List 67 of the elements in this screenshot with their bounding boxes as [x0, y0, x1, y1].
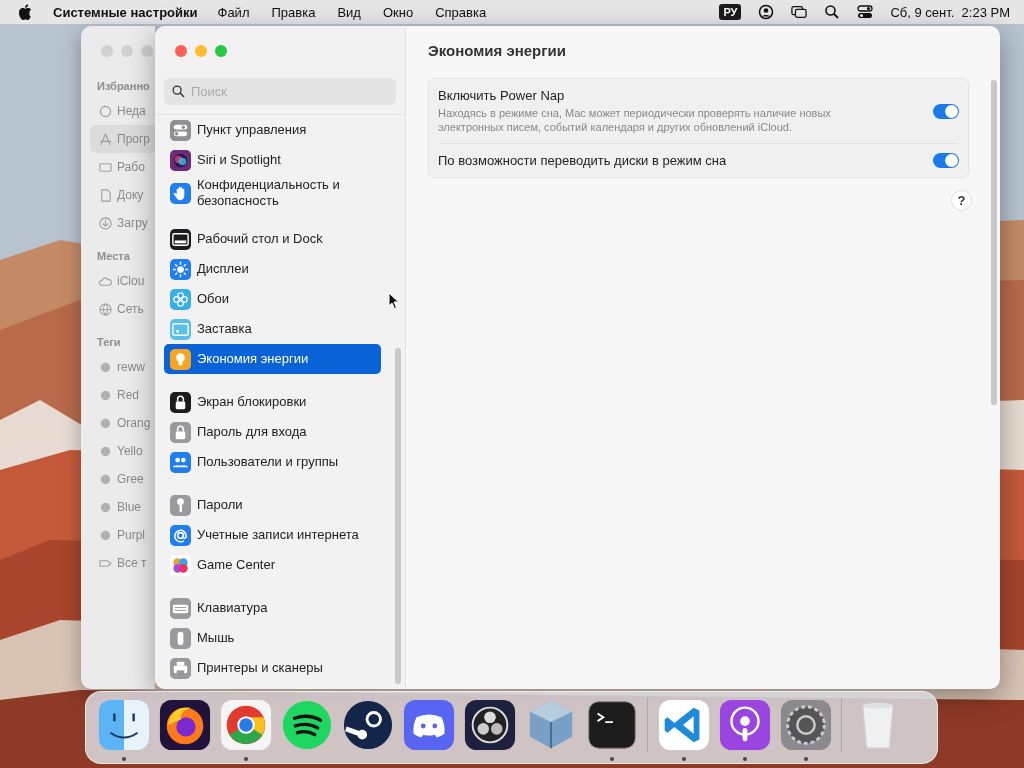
apple-logo-icon[interactable] — [18, 4, 32, 20]
sidebar-item[interactable]: Пароли — [164, 490, 381, 520]
option-label: По возможности переводить диски в режим сна — [438, 153, 727, 168]
section-heading: Места — [96, 249, 131, 264]
sidebar-item[interactable]: Обои — [164, 284, 381, 314]
mouse-pointer-icon — [388, 292, 400, 310]
download-icon — [99, 216, 112, 230]
toggle-switch[interactable] — [933, 153, 959, 168]
sidebar-item[interactable]: Пользователи и группы — [164, 447, 381, 477]
sidebar-item[interactable]: Учетные записи интернета — [164, 520, 381, 550]
apps-icon — [99, 132, 112, 146]
app-menu[interactable]: Системные настройки — [53, 4, 198, 20]
sidebar-item[interactable]: Заставка — [164, 314, 381, 344]
monitor-icon — [99, 160, 112, 174]
sidebar-item[interactable]: Рабочий стол и Dock — [164, 224, 381, 254]
toggle-switch[interactable] — [933, 103, 959, 119]
switches-icon[interactable] — [857, 4, 874, 20]
input-source-badge[interactable]: РУ — [719, 4, 742, 20]
tag-dot-icon — [99, 500, 112, 514]
close-button[interactable] — [175, 45, 187, 57]
settings-icon[interactable] — [778, 698, 833, 752]
browser-icon[interactable] — [218, 698, 273, 752]
sidebar-item[interactable]: Game Center — [164, 550, 381, 580]
menu-item[interactable]: Файл — [217, 4, 250, 20]
search-icon — [172, 85, 185, 98]
clock-icon — [99, 104, 112, 118]
code-editor-icon[interactable] — [656, 698, 711, 752]
menu-item[interactable]: Окно — [382, 4, 414, 20]
option-label: Включить Power Nap — [438, 88, 566, 103]
menu-item[interactable]: Справка — [435, 4, 487, 20]
windows-icon[interactable] — [791, 4, 808, 20]
option-description: Находясь в режиме сна, Mac может периодически проверять наличие новых электронных писем, событий календаря и других обновлений iCloud. — [438, 106, 832, 134]
page-title: Экономия энергии — [428, 42, 567, 61]
tag-dot-icon — [99, 360, 112, 374]
scroll-bar[interactable] — [991, 80, 997, 405]
sidebar-item[interactable]: Siri и Spotlight — [164, 145, 381, 175]
sidebar-item[interactable]: Принтеры и сканеры — [164, 653, 381, 683]
tag-dot-icon — [99, 528, 112, 542]
sidebar-item[interactable]: Мышь — [164, 623, 381, 653]
search-field[interactable]: Поиск — [164, 78, 396, 105]
tag-dot-icon — [99, 416, 112, 430]
sidebar-item[interactable]: Экономия энергии — [164, 344, 381, 374]
globe-icon — [99, 302, 112, 316]
smiling-face-icon[interactable] — [96, 698, 151, 752]
sidebar-item[interactable]: Клавиатура — [164, 593, 381, 623]
clock[interactable]: Сб, 9 сент. 2:23 PM — [890, 4, 1010, 20]
user-icon[interactable] — [758, 4, 775, 20]
tag-dot-icon — [99, 388, 112, 402]
sidebar-item[interactable]: Экран блокировки — [164, 387, 381, 417]
section-heading: Избранно — [96, 79, 151, 94]
document-icon — [99, 188, 112, 202]
section-heading: Теги — [96, 335, 122, 350]
record-icon[interactable] — [462, 698, 517, 752]
menu-item[interactable]: Вид — [337, 4, 361, 20]
menu-item[interactable]: Правка — [271, 4, 316, 20]
tag-dot-icon — [99, 472, 112, 486]
cloud-icon — [99, 274, 112, 288]
sidebar-item[interactable]: Пункт управления — [164, 115, 381, 145]
podcast-icon[interactable] — [717, 698, 772, 752]
scroll-bar[interactable] — [395, 348, 401, 684]
sidebar-item[interactable]: Конфиденциальность и безопасность — [164, 175, 381, 211]
search-icon[interactable] — [824, 4, 841, 20]
tag-dot-icon — [99, 444, 112, 458]
sidebar-item[interactable]: Пароль для входа — [164, 417, 381, 447]
help-button[interactable]: ? — [951, 190, 972, 211]
sidebar-item[interactable]: Дисплеи — [164, 254, 381, 284]
game-controller-icon[interactable] — [401, 698, 456, 752]
